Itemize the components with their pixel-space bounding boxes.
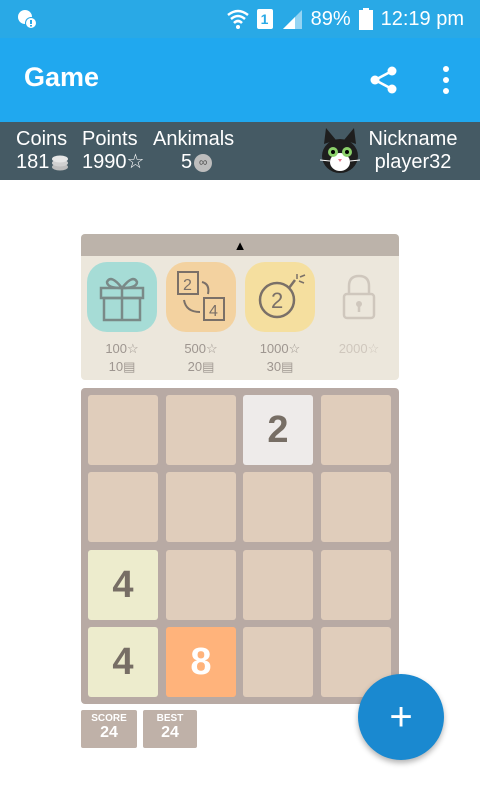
svg-text:2: 2: [183, 277, 192, 294]
tile-r3c4: [321, 550, 391, 620]
ankimals-value: 5: [181, 151, 193, 173]
powerup-bomb[interactable]: 2: [245, 262, 315, 332]
coin-icon: [52, 155, 69, 170]
tile-r4c2: 8: [166, 627, 236, 697]
score-box: SCORE 24: [81, 710, 137, 748]
tile-r2c1: [88, 472, 158, 542]
stats-bar: Coins 181 Points 1990☆ Ankimals 5 ∞ Nick…: [0, 122, 480, 180]
nickname-label: Nickname: [368, 128, 458, 150]
best-label: BEST: [156, 713, 184, 724]
share-icon[interactable]: [368, 64, 400, 96]
tile-r3c1: 4: [88, 550, 158, 620]
svg-text:4: 4: [209, 303, 218, 320]
status-right: 1 89% 12:19 pm: [226, 6, 464, 32]
lock-icon: [342, 274, 376, 320]
coin-icon: ▤: [202, 359, 215, 374]
powerup-swap[interactable]: 2 4: [166, 262, 236, 332]
best-value: 24: [161, 724, 179, 741]
ankimals-value-row: 5 ∞: [153, 151, 234, 174]
infinity-icon: ∞: [194, 153, 213, 172]
powerup-locked-points: 2000☆: [338, 341, 380, 356]
more-options-icon[interactable]: [436, 62, 456, 98]
tile-r1c3: 2: [243, 395, 313, 465]
powerup-swap-coins: 20: [187, 359, 203, 374]
app-bar: Game: [0, 38, 480, 122]
plus-icon: +: [389, 694, 413, 739]
powerup-locked: [324, 262, 394, 332]
svg-text:2: 2: [271, 288, 283, 313]
ankimals-label: Ankimals: [153, 128, 235, 150]
nickname-value: player32: [374, 151, 452, 173]
tile-r1c2: [166, 395, 236, 465]
coins-value-row: 181: [16, 151, 69, 174]
powerup-bomb-cost: 1000☆ 30▤: [241, 340, 319, 376]
gift-icon: [99, 277, 145, 322]
coin-icon: ▤: [123, 359, 136, 374]
tile-r3c3: [243, 550, 313, 620]
powerup-bomb-coins-row: 30▤: [241, 358, 319, 376]
sim-icon: 1: [256, 9, 273, 29]
signal-icon: [282, 10, 302, 29]
points-stat: Points 1990☆: [82, 128, 144, 174]
points-value: 1990☆: [82, 151, 145, 173]
tile-r2c3: [243, 472, 313, 542]
nickname-stat: Nickname player32: [366, 128, 460, 174]
powerup-gift-points: 100☆: [105, 341, 139, 356]
powerup-locked-cost: 2000☆: [320, 340, 398, 358]
powerup-gift[interactable]: [87, 262, 157, 332]
powerup-swap-cost: 500☆ 20▤: [162, 340, 240, 376]
powerup-bomb-points: 1000☆: [259, 341, 301, 356]
powerup-gift-cost: 100☆ 10▤: [83, 340, 161, 376]
panel-collapse-handle[interactable]: ▲: [81, 234, 399, 256]
powerups-panel: ▲ 2 4 2 100☆ 10▤ 500☆ 20▤ 1000☆ 30▤ 2000…: [81, 234, 399, 380]
ankimals-stat: Ankimals 5 ∞: [153, 128, 234, 174]
clock: 12:19 pm: [380, 7, 464, 30]
location-notification-icon: [18, 10, 37, 29]
add-fab-button[interactable]: +: [358, 674, 444, 760]
tile-r3c2: [166, 550, 236, 620]
powerup-swap-coins-row: 20▤: [162, 358, 240, 376]
tile-r4c3: [243, 627, 313, 697]
game-board[interactable]: 2 4 4 8: [81, 388, 399, 704]
powerup-bomb-coins: 30: [266, 359, 282, 374]
tile-r1c1: [88, 395, 158, 465]
battery-icon: [358, 8, 373, 30]
coins-stat: Coins 181: [16, 128, 69, 174]
tile-r2c2: [166, 472, 236, 542]
tile-r2c4: [321, 472, 391, 542]
triangle-up-icon: ▲: [233, 237, 247, 253]
best-box: BEST 24: [143, 710, 197, 748]
avatar[interactable]: [316, 126, 364, 176]
powerup-gift-coins: 10: [108, 359, 124, 374]
points-label: Points: [82, 128, 138, 150]
coins-value: 181: [16, 151, 50, 173]
battery-percent: 89%: [310, 7, 351, 30]
bomb-icon: 2: [258, 274, 306, 319]
powerup-swap-points: 500☆: [184, 341, 218, 356]
score-label: SCORE: [91, 713, 127, 724]
status-bar: 1 89% 12:19 pm: [0, 0, 480, 38]
powerup-gift-coins-row: 10▤: [83, 358, 161, 376]
wifi-icon: [226, 9, 249, 29]
page-title: Game: [24, 62, 100, 92]
tile-r4c1: 4: [88, 627, 158, 697]
tile-r1c4: [321, 395, 391, 465]
swap-tiles-icon: 2 4: [177, 271, 225, 321]
coin-icon: ▤: [281, 359, 294, 374]
score-value: 24: [100, 724, 118, 741]
coins-label: Coins: [16, 128, 68, 150]
